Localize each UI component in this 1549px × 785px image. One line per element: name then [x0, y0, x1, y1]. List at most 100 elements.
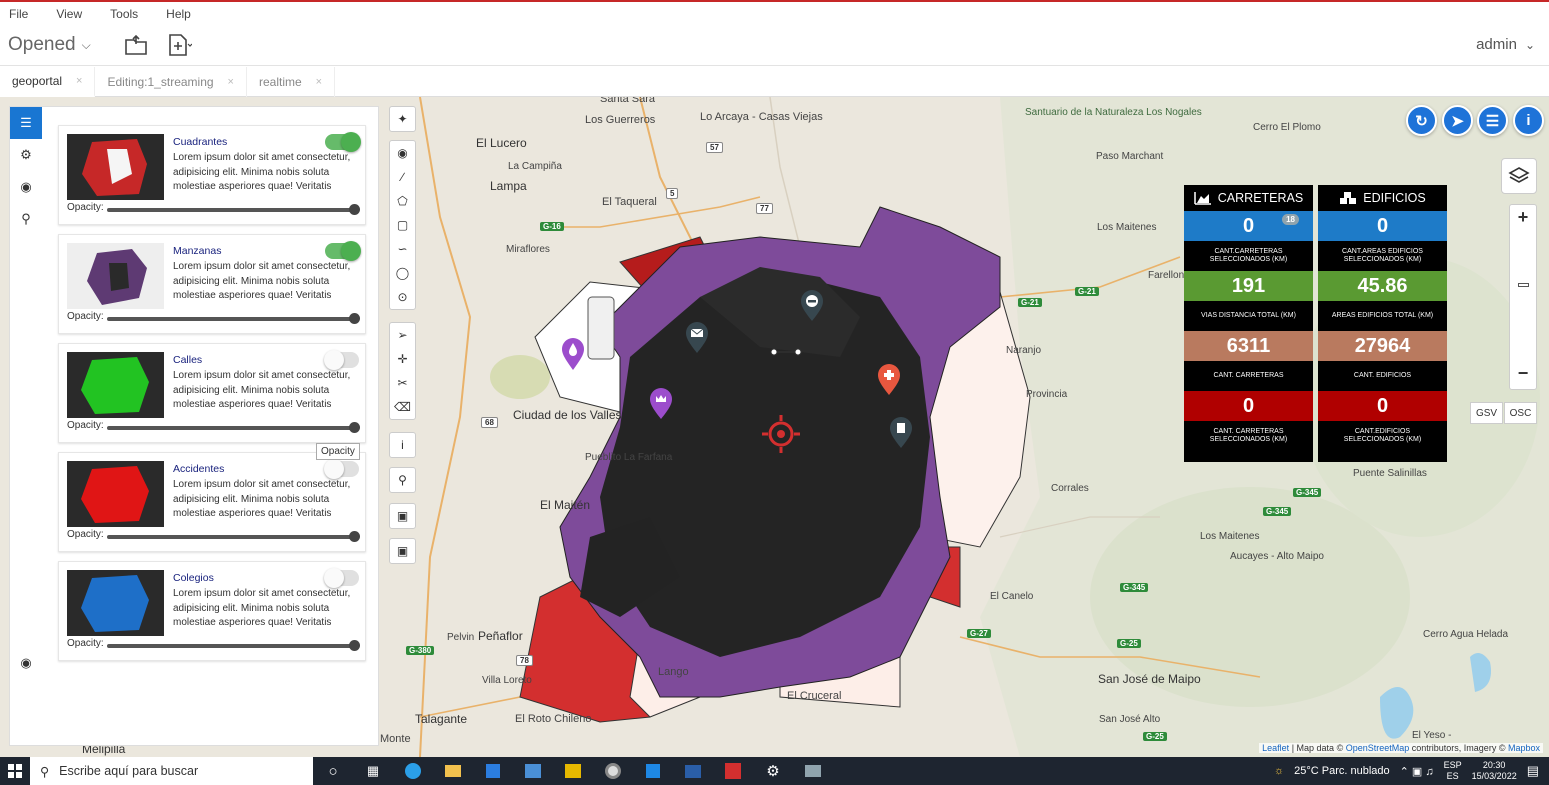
tab-geoportal[interactable]: geoportal ×: [0, 67, 96, 97]
opened-dropdown[interactable]: Opened ⌵: [8, 34, 91, 56]
draw-rectangle-button[interactable]: ▢: [390, 213, 415, 237]
cortana-button[interactable]: ○: [313, 757, 353, 785]
edge-app[interactable]: [393, 757, 433, 785]
start-button[interactable]: [0, 757, 30, 785]
menu-file[interactable]: File: [9, 7, 28, 21]
new-file-icon[interactable]: [166, 32, 192, 58]
erase-button[interactable]: ⌫: [390, 395, 415, 419]
gsv-button[interactable]: GSV: [1470, 402, 1503, 424]
tab-realtime[interactable]: realtime ×: [247, 67, 336, 97]
opacity-slider[interactable]: [107, 640, 360, 651]
attribution-text: | Map data ©: [1291, 743, 1344, 753]
menu-tools[interactable]: Tools: [110, 7, 138, 21]
layer-preview-image: [87, 249, 147, 305]
chrome-app[interactable]: [593, 757, 633, 785]
medical-marker-icon[interactable]: [877, 364, 901, 396]
notification-icon[interactable]: ▤: [1527, 763, 1539, 779]
sidebar-menu-button[interactable]: ☰: [10, 107, 42, 139]
layer-card-colegios: Colegios Lorem ipsum dolor sit amet cons…: [58, 561, 366, 661]
app-icon-12[interactable]: [793, 757, 833, 785]
app-icon-10[interactable]: [713, 757, 753, 785]
task-view-button[interactable]: ▦: [353, 757, 393, 785]
opacity-slider[interactable]: [107, 204, 360, 215]
opacity-slider[interactable]: [107, 422, 360, 433]
locate-button[interactable]: ➤: [1442, 105, 1473, 136]
refresh-button[interactable]: ↻: [1406, 105, 1437, 136]
zoom-in-button[interactable]: +: [1510, 207, 1536, 228]
vscode-app[interactable]: [633, 757, 673, 785]
select-tool-button[interactable]: ✦: [390, 107, 415, 131]
camera-button-2[interactable]: ▣: [390, 539, 415, 563]
layer-toggle[interactable]: [325, 241, 361, 261]
osc-button[interactable]: OSC: [1504, 402, 1537, 424]
info-tool-button[interactable]: i: [390, 433, 415, 457]
powershell-app[interactable]: [673, 757, 713, 785]
info-button[interactable]: i: [1513, 105, 1544, 136]
draw-circle-button[interactable]: ◯: [390, 261, 415, 285]
slider-handle[interactable]: [349, 531, 360, 542]
mapbox-link[interactable]: Mapbox: [1508, 743, 1540, 753]
close-icon[interactable]: ×: [316, 76, 322, 88]
layer-toggle[interactable]: [324, 350, 359, 370]
close-icon[interactable]: ×: [76, 75, 82, 87]
flower-marker-icon[interactable]: [649, 388, 673, 420]
mail-marker-icon[interactable]: [685, 322, 709, 354]
app-icon-6[interactable]: [553, 757, 593, 785]
draw-toolbar: ✦: [389, 106, 416, 132]
osm-link[interactable]: OpenStreetMap: [1346, 743, 1410, 753]
attribution-text: contributors, Imagery ©: [1411, 743, 1506, 753]
marker-pin-icon[interactable]: [561, 337, 585, 371]
draw-polyline-button[interactable]: ∕: [390, 165, 415, 189]
open-folder-icon[interactable]: [124, 32, 150, 58]
store-app[interactable]: [473, 757, 513, 785]
sidebar-visibility-button[interactable]: ◉: [10, 171, 42, 203]
tab-label: realtime: [258, 75, 302, 89]
locate-tool-button[interactable]: ⚲: [390, 468, 415, 492]
tab-editing[interactable]: Editing:1_streaming ×: [95, 67, 247, 97]
cut-button[interactable]: ✂: [390, 371, 415, 395]
close-icon[interactable]: ×: [228, 76, 234, 88]
app-icon-5[interactable]: [513, 757, 553, 785]
taskbar-search[interactable]: ⚲ Escribe aquí para buscar: [30, 757, 313, 785]
list-button[interactable]: ☰: [1477, 105, 1508, 136]
edit-button[interactable]: ➢: [390, 323, 415, 347]
explorer-app[interactable]: [433, 757, 473, 785]
opacity-slider[interactable]: [107, 313, 360, 324]
layer-toggle[interactable]: [324, 568, 359, 588]
zoom-out-button[interactable]: −: [1510, 363, 1536, 384]
layer-toggle[interactable]: [325, 132, 361, 152]
app-icon: [565, 764, 581, 778]
camera-button[interactable]: ▣: [390, 504, 415, 528]
opacity-slider[interactable]: [107, 531, 360, 542]
map-label: La Campiña: [508, 161, 562, 172]
slider-handle[interactable]: [349, 204, 360, 215]
sidebar-github-button[interactable]: ◉: [10, 647, 42, 679]
draw-circlemarker-button[interactable]: ⊙: [390, 285, 415, 309]
building-marker-icon[interactable]: [889, 417, 913, 449]
chrome-icon: [605, 763, 621, 779]
slider-handle[interactable]: [349, 422, 360, 433]
menu-help[interactable]: Help: [166, 7, 191, 21]
camera-icon: ▣: [396, 544, 409, 558]
sidebar-location-button[interactable]: ⚲: [10, 203, 42, 235]
layer-toggle[interactable]: [324, 459, 359, 479]
draw-marker-button[interactable]: ◉: [390, 141, 415, 165]
drag-button[interactable]: ✛: [390, 347, 415, 371]
no-entry-marker-icon[interactable]: [800, 290, 824, 322]
draw-polygon-button[interactable]: ⬠: [390, 189, 415, 213]
layers-switcher-button[interactable]: [1501, 158, 1537, 194]
user-menu[interactable]: admin ⌄: [1476, 36, 1535, 53]
menu-view[interactable]: View: [56, 7, 82, 21]
clock[interactable]: 20:30 15/03/2022: [1472, 760, 1517, 782]
zoom-slider-handle[interactable]: [1518, 283, 1529, 287]
weather-text[interactable]: 25°C Parc. nublado: [1294, 765, 1390, 777]
slider-handle[interactable]: [349, 640, 360, 651]
draw-path-button[interactable]: ∽: [390, 237, 415, 261]
tray-icons[interactable]: ⌃ ▣ ♫: [1400, 765, 1434, 778]
map-label: San José de Maipo: [1098, 673, 1201, 686]
leaflet-link[interactable]: Leaflet: [1262, 743, 1289, 753]
slider-handle[interactable]: [349, 313, 360, 324]
sidebar-settings-button[interactable]: ⚙: [10, 139, 42, 171]
settings-app[interactable]: ⚙: [753, 757, 793, 785]
language-indicator[interactable]: ESP ES: [1444, 760, 1462, 782]
